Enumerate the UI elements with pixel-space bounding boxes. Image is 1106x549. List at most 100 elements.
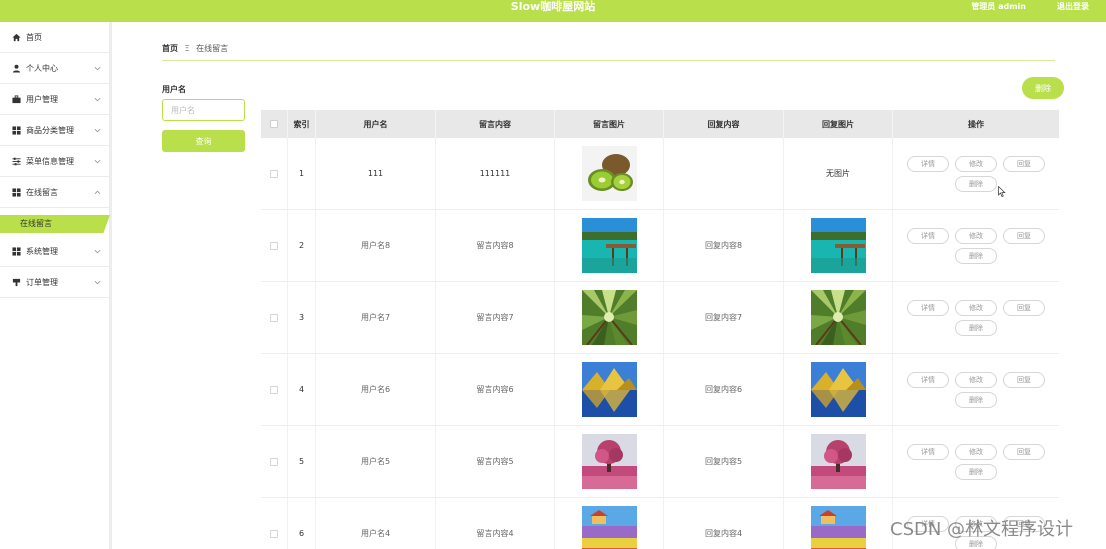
thumbnail-image	[581, 290, 637, 345]
header-reply-image: 回复图片	[784, 110, 893, 138]
table-row: 5 用户名5 留言内容5 回复内容5 详情 修改 回复 删除	[261, 426, 1059, 498]
detail-button[interactable]: 详情	[907, 443, 949, 460]
row-checkbox[interactable]	[270, 457, 278, 466]
cell-index: 6	[288, 498, 316, 549]
delete-button[interactable]: 删除	[955, 463, 997, 480]
cell-message-image[interactable]	[555, 498, 664, 549]
cell-content: 留言内容5	[436, 426, 555, 497]
cell-index: 5	[288, 426, 316, 497]
breadcrumb-home[interactable]: 首页	[162, 44, 178, 53]
cell-reply-image[interactable]: 无图片	[784, 138, 893, 209]
chevron-up-icon	[93, 188, 101, 196]
reply-button[interactable]: 回复	[1003, 299, 1045, 316]
sidebar-item-label: 个人中心	[26, 63, 58, 73]
query-button[interactable]: 查询	[162, 130, 245, 152]
sidebar-item-order-management[interactable]: 订单管理	[0, 267, 109, 298]
edit-button[interactable]: 修改	[955, 227, 997, 244]
cell-username: 用户名6	[316, 354, 436, 425]
cell-reply-image[interactable]	[784, 210, 893, 281]
sidebar-item-label: 在线留言	[26, 187, 58, 197]
delete-button[interactable]: 删除	[955, 319, 997, 336]
detail-button[interactable]: 详情	[907, 155, 949, 172]
breadcrumb-separator: Ξ	[184, 44, 190, 53]
breadcrumb-current: 在线留言	[196, 44, 229, 53]
cell-message-image[interactable]	[555, 354, 664, 425]
grid-icon	[12, 187, 21, 197]
table-row: 3 用户名7 留言内容7 回复内容7 详情 修改 回复 删除	[261, 282, 1059, 354]
cell-reply-image[interactable]	[784, 282, 893, 353]
cell-username: 用户名8	[316, 210, 436, 281]
row-checkbox[interactable]	[270, 169, 278, 178]
detail-button[interactable]: 详情	[907, 299, 949, 316]
edit-button[interactable]: 修改	[955, 155, 997, 172]
cell-actions: 详情 修改 回复 删除	[893, 138, 1059, 209]
sidebar-item-system-management[interactable]: 系统管理	[0, 236, 109, 267]
watermark: CSDN @林文程序设计	[890, 519, 1074, 540]
edit-button[interactable]: 修改	[955, 443, 997, 460]
cell-reply-image[interactable]	[784, 354, 893, 425]
row-checkbox[interactable]	[270, 529, 278, 538]
row-checkbox[interactable]	[270, 241, 278, 250]
cell-actions: 详情 修改 回复 删除	[893, 354, 1059, 425]
chevron-down-icon	[93, 126, 101, 134]
cell-message-image[interactable]	[555, 210, 664, 281]
select-all-checkbox[interactable]	[270, 120, 278, 128]
thumbnail-image	[810, 290, 866, 345]
no-image-text: 无图片	[826, 169, 850, 178]
row-select-cell	[261, 282, 288, 353]
active-menu-highlight	[0, 215, 111, 233]
cell-reply-image[interactable]	[784, 498, 893, 549]
row-checkbox[interactable]	[270, 313, 278, 322]
cell-message-image[interactable]	[555, 138, 664, 209]
messages-table: 索引 用户名 留言内容 留言图片 回复内容 回复图片 操作 1 111 111111…	[261, 110, 1059, 549]
briefcase-icon	[12, 94, 21, 104]
table-body: 1 111 111111 无图片 详情 修改 回复 删除 2 用户名8 留言内容8 回复内容8 详情 修改…	[261, 138, 1059, 549]
header-index: 索引	[288, 110, 316, 138]
logout-link[interactable]: 退出登录	[1057, 0, 1089, 14]
sidebar-item-label: 菜单信息管理	[26, 156, 74, 166]
username-search-input[interactable]	[162, 99, 245, 121]
row-checkbox[interactable]	[270, 385, 278, 394]
table-row: 2 用户名8 留言内容8 回复内容8 详情 修改 回复 删除	[261, 210, 1059, 282]
row-select-cell	[261, 138, 288, 209]
cell-username: 111	[316, 138, 436, 209]
reply-button[interactable]: 回复	[1003, 227, 1045, 244]
delete-button[interactable]: 删除	[955, 391, 997, 408]
sidebar-item-menu-info-management[interactable]: 菜单信息管理	[0, 146, 109, 177]
row-select-cell	[261, 210, 288, 281]
cell-message-image[interactable]	[555, 282, 664, 353]
edit-button[interactable]: 修改	[955, 371, 997, 388]
grid-icon	[12, 125, 21, 135]
cell-reply-image[interactable]	[784, 426, 893, 497]
cell-content: 留言内容6	[436, 354, 555, 425]
sidebar-item-label: 用户管理	[26, 94, 58, 104]
header-username: 用户名	[316, 110, 436, 138]
cell-content: 留言内容8	[436, 210, 555, 281]
thumbnail-image	[581, 362, 637, 417]
cell-actions: 详情 修改 回复 删除	[893, 210, 1059, 281]
cell-actions: 详情 修改 回复 删除	[893, 282, 1059, 353]
reply-button[interactable]: 回复	[1003, 155, 1045, 172]
sidebar-item-online-messages[interactable]: 在线留言	[0, 177, 109, 208]
reply-button[interactable]: 回复	[1003, 443, 1045, 460]
cell-message-image[interactable]	[555, 426, 664, 497]
sidebar-item-personal-center[interactable]: 个人中心	[0, 53, 109, 84]
detail-button[interactable]: 详情	[907, 371, 949, 388]
delete-button[interactable]: 删除	[955, 175, 997, 192]
detail-button[interactable]: 详情	[907, 227, 949, 244]
reply-button[interactable]: 回复	[1003, 371, 1045, 388]
sidebar-item-user-management[interactable]: 用户管理	[0, 84, 109, 115]
chevron-down-icon	[93, 157, 101, 165]
header-select-all	[261, 110, 288, 138]
row-select-cell	[261, 426, 288, 497]
breadcrumb-divider	[162, 60, 1055, 61]
delete-button[interactable]: 删除	[955, 247, 997, 264]
top-bar: Slow咖啡屋网站 管理员 admin 退出登录	[0, 0, 1106, 22]
edit-button[interactable]: 修改	[955, 299, 997, 316]
sidebar-item-category-management[interactable]: 商品分类管理	[0, 115, 109, 146]
sidebar-item-home[interactable]: 首页	[0, 22, 109, 53]
sliders-icon	[12, 157, 21, 166]
batch-delete-button[interactable]: 删除	[1022, 77, 1064, 99]
cell-reply: 回复内容4	[664, 498, 784, 549]
submenu-item-online-messages[interactable]: 在线留言	[20, 218, 52, 229]
